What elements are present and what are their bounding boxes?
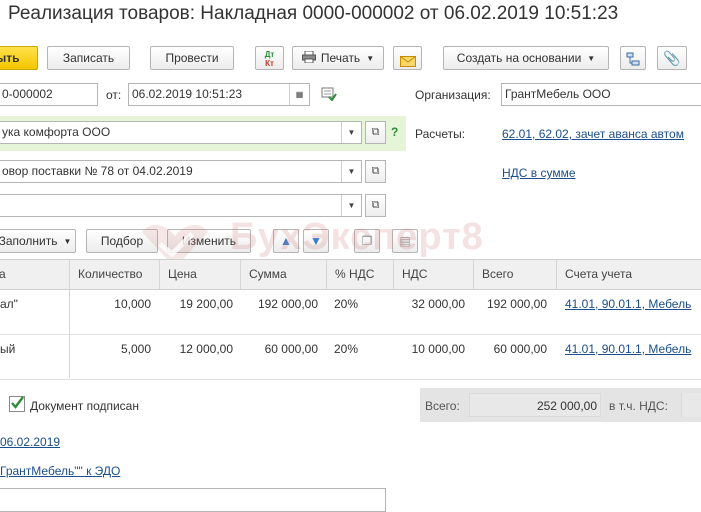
cell-quantity: 5,000 bbox=[120, 342, 151, 356]
cell-vat-rate: 20% bbox=[334, 342, 359, 356]
column-header-total[interactable]: Всего bbox=[473, 260, 556, 289]
organization-field[interactable]: ГрантМебель ООО bbox=[501, 83, 701, 106]
cell-quantity: 10,000 bbox=[114, 297, 151, 311]
table-row[interactable]: ый 5,000 12 000,00 60 000,00 20% 10 000,… bbox=[0, 334, 701, 380]
cell-name: ал" bbox=[0, 297, 18, 311]
cell-sum: 60 000,00 bbox=[264, 342, 318, 356]
vat-total-box bbox=[681, 393, 701, 417]
comment-field[interactable] bbox=[0, 488, 386, 512]
cell-name: ый bbox=[0, 342, 16, 356]
date-field[interactable]: 06.02.2019 10:51:23 ▦ bbox=[128, 83, 310, 106]
settlements-link[interactable]: 62.01, 62.02, зачет аванса автом bbox=[502, 127, 684, 141]
print-label: Печать bbox=[320, 51, 361, 65]
open-contract-button[interactable]: ⧉ bbox=[365, 160, 386, 183]
column-header-sum[interactable]: Сумма bbox=[240, 260, 326, 289]
paste-icon: ▤ bbox=[399, 234, 411, 248]
fill-button[interactable]: Заполнить ▼ bbox=[0, 229, 76, 253]
copy-icon: ❐ bbox=[361, 234, 373, 248]
open-counterparty-button[interactable]: ⧉ bbox=[365, 121, 386, 144]
mail-button[interactable] bbox=[393, 46, 422, 70]
chevron-down-icon: ▼ bbox=[366, 54, 375, 63]
cell-accounts-link[interactable]: 41.01, 90.01.1, Мебель bbox=[565, 297, 691, 311]
cell-total: 60 000,00 bbox=[493, 342, 547, 356]
select-button[interactable]: Подбор bbox=[86, 229, 158, 253]
chevron-down-icon[interactable]: ▼ bbox=[341, 122, 361, 143]
open-icon: ⧉ bbox=[371, 165, 380, 177]
document-check-icon[interactable] bbox=[321, 87, 337, 104]
column-header-accounts[interactable]: Счета учета bbox=[556, 260, 701, 289]
cell-sum: 192 000,00 bbox=[257, 297, 318, 311]
kt-label: Кт bbox=[265, 59, 274, 68]
edo-link[interactable]: ГрантМебель"" к ЭДО bbox=[0, 464, 120, 478]
chevron-down-icon: ▼ bbox=[63, 237, 72, 246]
help-icon[interactable]: ? bbox=[391, 125, 398, 139]
move-down-button[interactable]: ▼ bbox=[303, 229, 329, 253]
table-row[interactable]: ал" 10,000 19 200,00 192 000,00 20% 32 0… bbox=[0, 289, 701, 335]
date-value: 06.02.2019 10:51:23 bbox=[132, 87, 243, 101]
vat-total-label: в т.ч. НДС: bbox=[609, 399, 668, 413]
checkmark-icon bbox=[11, 396, 24, 409]
chevron-down-icon: ▼ bbox=[587, 54, 596, 63]
settlements-label: Расчеты: bbox=[415, 127, 466, 141]
total-value: 252 000,00 bbox=[536, 399, 597, 413]
column-header-vat[interactable]: НДС bbox=[393, 260, 473, 289]
calendar-icon[interactable]: ▦ bbox=[289, 84, 309, 105]
print-button[interactable]: Печать ▼ bbox=[292, 46, 384, 70]
envelope-icon bbox=[399, 52, 416, 69]
chevron-down-icon[interactable]: ▼ bbox=[341, 195, 361, 216]
edit-button[interactable]: Изменить bbox=[167, 229, 251, 253]
signed-label: Документ подписан bbox=[30, 399, 139, 413]
counterparty-field[interactable]: ука комфорта ООО ▼ bbox=[0, 121, 362, 144]
window-title: Реализация товаров: Накладная 0000-00000… bbox=[8, 3, 619, 24]
signed-checkbox[interactable] bbox=[9, 396, 25, 412]
cell-accounts-link[interactable]: 41.01, 90.01.1, Мебель bbox=[565, 342, 691, 356]
copy-button[interactable]: ❐ bbox=[354, 229, 380, 253]
attachment-button[interactable]: 📎 bbox=[657, 46, 687, 70]
contract-field[interactable]: овор поставки № 78 от 04.02.2019 ▼ bbox=[0, 160, 362, 183]
dt-kt-button[interactable]: Дт Кт bbox=[255, 46, 284, 70]
arrow-up-icon: ▲ bbox=[280, 234, 292, 248]
cell-total: 192 000,00 bbox=[486, 297, 547, 311]
column-header-price[interactable]: Цена bbox=[159, 260, 240, 289]
printer-icon bbox=[301, 48, 316, 69]
cell-price: 19 200,00 bbox=[179, 297, 233, 311]
paste-button[interactable]: ▤ bbox=[392, 229, 418, 253]
totals-panel: Всего: 252 000,00 в т.ч. НДС: bbox=[420, 388, 701, 422]
chevron-down-icon[interactable]: ▼ bbox=[341, 161, 361, 182]
open-extra-button[interactable]: ⧉ bbox=[365, 194, 386, 217]
extra-field[interactable]: ▼ bbox=[0, 194, 362, 217]
column-header-vat-rate[interactable]: % НДС bbox=[326, 260, 393, 289]
dt-label: Дт bbox=[264, 50, 275, 59]
total-label: Всего: bbox=[425, 399, 460, 413]
structure-button[interactable] bbox=[620, 46, 646, 70]
dt-kt-icon: Дт Кт bbox=[265, 50, 275, 68]
date-link[interactable]: 06.02.2019 bbox=[0, 435, 60, 449]
column-header-name[interactable]: а bbox=[0, 260, 70, 289]
open-icon: ⧉ bbox=[371, 126, 380, 138]
cell-vat: 32 000,00 bbox=[411, 297, 465, 311]
hierarchy-icon bbox=[626, 51, 640, 69]
paperclip-icon: 📎 bbox=[663, 50, 681, 66]
vat-link[interactable]: НДС в сумме bbox=[502, 166, 576, 180]
create-based-label: Создать на основании bbox=[456, 51, 582, 65]
post-button[interactable]: Провести bbox=[150, 46, 234, 70]
open-icon: ⧉ bbox=[371, 199, 380, 211]
column-header-quantity[interactable]: Количество bbox=[69, 260, 159, 289]
post-and-close-button[interactable]: ыть bbox=[0, 46, 38, 70]
total-value-box: 252 000,00 bbox=[469, 393, 601, 417]
organization-label: Организация: bbox=[415, 88, 491, 102]
goods-table-header: а Количество Цена Сумма % НДС НДС Всего … bbox=[0, 259, 701, 290]
number-field[interactable]: 0-000002 bbox=[0, 83, 98, 106]
fill-label: Заполнить bbox=[0, 234, 58, 248]
save-button[interactable]: Записать bbox=[47, 46, 130, 70]
cell-vat-rate: 20% bbox=[334, 297, 359, 311]
counterparty-value: ука комфорта ООО bbox=[2, 125, 111, 139]
create-based-on-button[interactable]: Создать на основании ▼ bbox=[443, 46, 609, 70]
move-up-button[interactable]: ▲ bbox=[273, 229, 299, 253]
cell-price: 12 000,00 bbox=[179, 342, 233, 356]
cell-vat: 10 000,00 bbox=[411, 342, 465, 356]
date-label: от: bbox=[106, 88, 122, 102]
contract-value: овор поставки № 78 от 04.02.2019 bbox=[2, 164, 193, 178]
arrow-down-icon: ▼ bbox=[310, 234, 322, 248]
